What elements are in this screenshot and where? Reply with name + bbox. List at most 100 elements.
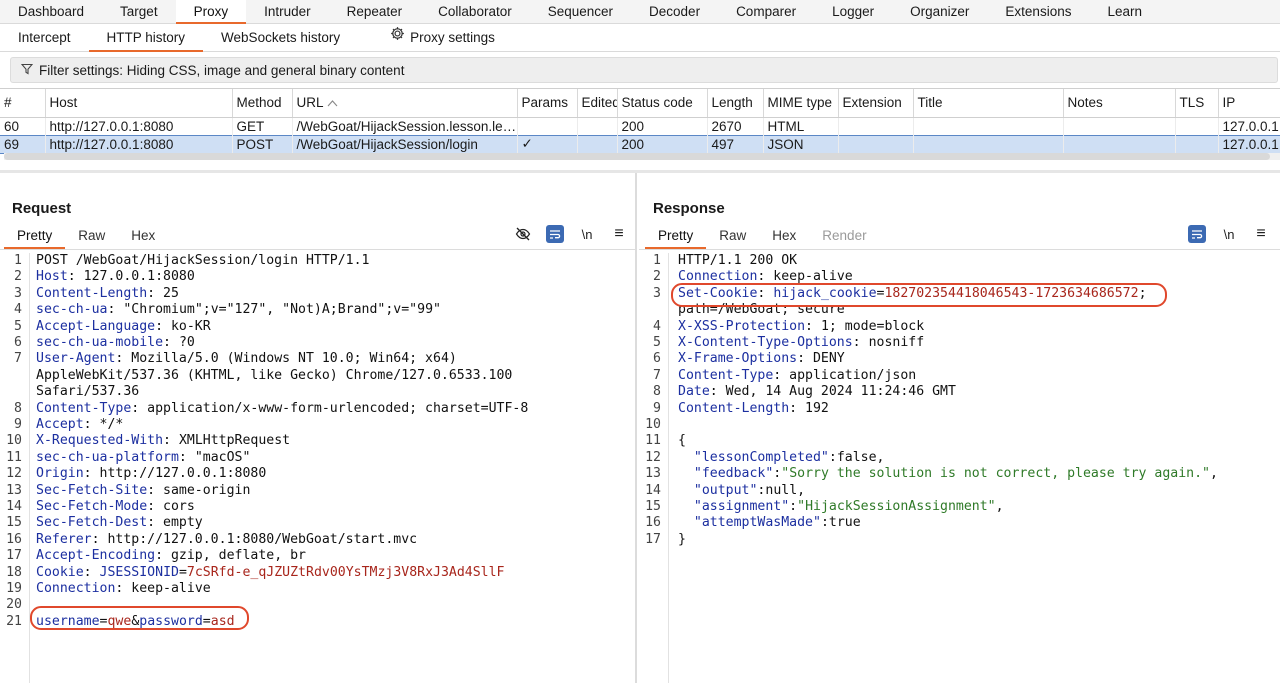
table-row[interactable]: 69 http://127.0.0.1:8080 POST/WebGoat/Hija… xyxy=(0,134,1280,154)
column-header-url[interactable]: URL xyxy=(292,89,518,118)
json-value: "Sorry the solution is not correct, plea… xyxy=(781,466,1210,482)
sort-ascending-icon xyxy=(327,99,338,110)
header-value: cors xyxy=(155,499,195,514)
request-tab-pretty[interactable]: Pretty xyxy=(4,224,66,249)
header-value: nosniff xyxy=(860,335,925,350)
tab-extensions[interactable]: Extensions xyxy=(987,0,1089,24)
cell-ip: 127.0.0.1 xyxy=(1218,117,1280,135)
word-wrap-icon[interactable] xyxy=(546,225,564,243)
table-horizontal-scrollbar[interactable] xyxy=(4,153,1280,160)
line-number: 15 xyxy=(6,515,22,531)
table-row[interactable]: 60 http://127.0.0.1:8080 GET/WebGoat/Hijac… xyxy=(0,117,1280,135)
column-header-status-code[interactable]: Status code xyxy=(617,89,708,118)
filter-icon xyxy=(20,63,39,78)
newline-toggle-icon[interactable]: \n xyxy=(578,225,596,243)
line-number: 12 xyxy=(645,449,661,465)
line-number: 17 xyxy=(6,548,22,564)
column-header-edited[interactable]: Edited xyxy=(577,89,618,118)
tab-repeater[interactable]: Repeater xyxy=(329,0,421,24)
filter-settings-bar[interactable]: Filter settings: Hiding CSS, image and g… xyxy=(10,57,1278,83)
tab-learn[interactable]: Learn xyxy=(1089,0,1160,24)
line-number xyxy=(639,302,661,318)
code-line: Date: Wed, 14 Aug 2024 11:24:46 GMT xyxy=(678,384,956,400)
menu-icon[interactable]: ≡ xyxy=(1252,225,1270,243)
response-editor[interactable]: 1 2 3 4 5 6 7 8 9 10 11 12 13 14 15 16 17 HTTP/1.1 200 O… xyxy=(639,253,1280,683)
cell-length: 2670 xyxy=(707,117,764,135)
tab-proxy[interactable]: Proxy xyxy=(175,0,247,24)
line-number: 7 xyxy=(653,367,661,383)
request-tab-hex[interactable]: Hex xyxy=(118,224,168,249)
header-value: "macOS" xyxy=(186,449,251,465)
tab-logger[interactable]: Logger xyxy=(814,0,892,24)
request-tab-raw[interactable]: Raw xyxy=(65,224,118,249)
header-name: Date xyxy=(678,384,710,400)
column-header-mime-type[interactable]: MIME type xyxy=(763,89,839,118)
cell-title xyxy=(913,117,1064,135)
cell-url: /WebGoat/HijackSession/login xyxy=(292,134,518,154)
code-text: , xyxy=(797,482,806,498)
tab-proxy-settings[interactable]: Proxy settings xyxy=(358,25,513,52)
code-line: Referer: http://127.0.0.1:8080/WebGoat/s… xyxy=(36,531,418,547)
line-number: 8 xyxy=(653,384,661,400)
code-line: AppleWebKit/537.36 (KHTML, like Gecko) C… xyxy=(36,368,512,384)
header-name: X-Content-Type-Options xyxy=(678,335,853,350)
cell-tls xyxy=(1175,134,1219,154)
tab-organizer[interactable]: Organizer xyxy=(892,0,987,24)
column-header-extension[interactable]: Extension xyxy=(838,89,914,118)
request-editor[interactable]: 1 2 3 4 5 6 7 8 9 10 11 12 13 14 15 16 17 18 19 20 21 POST /… xyxy=(0,253,635,683)
column-header-ip[interactable]: IP xyxy=(1218,89,1280,118)
tab-decoder[interactable]: Decoder xyxy=(631,0,718,24)
column-header-host[interactable]: Host xyxy=(45,89,233,118)
column-header-number[interactable]: # xyxy=(0,89,46,118)
header-value: application/x-www-form-urlencoded; chars… xyxy=(139,400,529,416)
response-tab-hex[interactable]: Hex xyxy=(759,224,809,249)
word-wrap-icon[interactable] xyxy=(1188,225,1206,243)
code-line: Accept-Language: ko-KR xyxy=(36,318,211,334)
response-tab-raw[interactable]: Raw xyxy=(706,224,759,249)
header-name: Referer xyxy=(36,531,92,547)
cell-mime: JSON xyxy=(763,134,839,154)
tab-http-history[interactable]: HTTP history xyxy=(88,25,204,52)
tab-comparer[interactable]: Comparer xyxy=(718,0,814,24)
header-name: Sec-Fetch-Site xyxy=(36,482,148,498)
cell-ext xyxy=(838,117,914,135)
tab-target[interactable]: Target xyxy=(102,0,176,24)
cell-notes xyxy=(1063,134,1176,154)
response-tab-pretty[interactable]: Pretty xyxy=(645,224,707,249)
menu-icon[interactable]: ≡ xyxy=(610,225,628,243)
hide-eye-icon[interactable] xyxy=(514,225,532,243)
newline-toggle-icon[interactable]: \n xyxy=(1220,225,1238,243)
header-name: Accept-Encoding xyxy=(36,548,156,564)
request-title: Request xyxy=(12,200,72,217)
line-number xyxy=(0,384,22,400)
tab-intruder[interactable]: Intruder xyxy=(246,0,329,24)
tab-intercept[interactable]: Intercept xyxy=(0,25,89,52)
column-header-notes[interactable]: Notes xyxy=(1063,89,1176,118)
line-number: 11 xyxy=(645,433,661,449)
header-value: */* xyxy=(91,417,124,432)
column-header-title[interactable]: Title xyxy=(913,89,1064,118)
tab-collaborator[interactable]: Collaborator xyxy=(420,0,530,24)
header-value: application/json xyxy=(781,367,917,383)
column-header-tls[interactable]: TLS xyxy=(1175,89,1219,118)
tab-websockets-history[interactable]: WebSockets history xyxy=(203,25,358,52)
header-value: 192 xyxy=(797,400,829,416)
column-header-method[interactable]: Method xyxy=(232,89,293,118)
code-text: HTTP/1.1 200 OK xyxy=(678,253,798,268)
header-value xyxy=(92,565,100,580)
header-value: same-origin xyxy=(155,482,251,498)
header-value: ?0 xyxy=(171,335,195,350)
code-line: Content-Type: application/json xyxy=(678,367,917,383)
header-value: Wed, 14 Aug 2024 11:24:46 GMT xyxy=(717,384,956,400)
cell-ip: 127.0.0.1 xyxy=(1218,134,1280,154)
tab-sequencer[interactable]: Sequencer xyxy=(530,0,631,24)
code-text: , xyxy=(876,449,885,465)
line-number: 1 xyxy=(653,253,661,268)
column-header-params[interactable]: Params xyxy=(517,89,578,118)
tab-dashboard[interactable]: Dashboard xyxy=(0,0,102,24)
header-value: gzip, deflate, br xyxy=(163,548,306,564)
response-tab-render[interactable]: Render xyxy=(809,224,879,249)
header-name: Connection xyxy=(36,581,116,596)
column-header-length[interactable]: Length xyxy=(707,89,764,118)
line-number: 9 xyxy=(14,417,22,432)
